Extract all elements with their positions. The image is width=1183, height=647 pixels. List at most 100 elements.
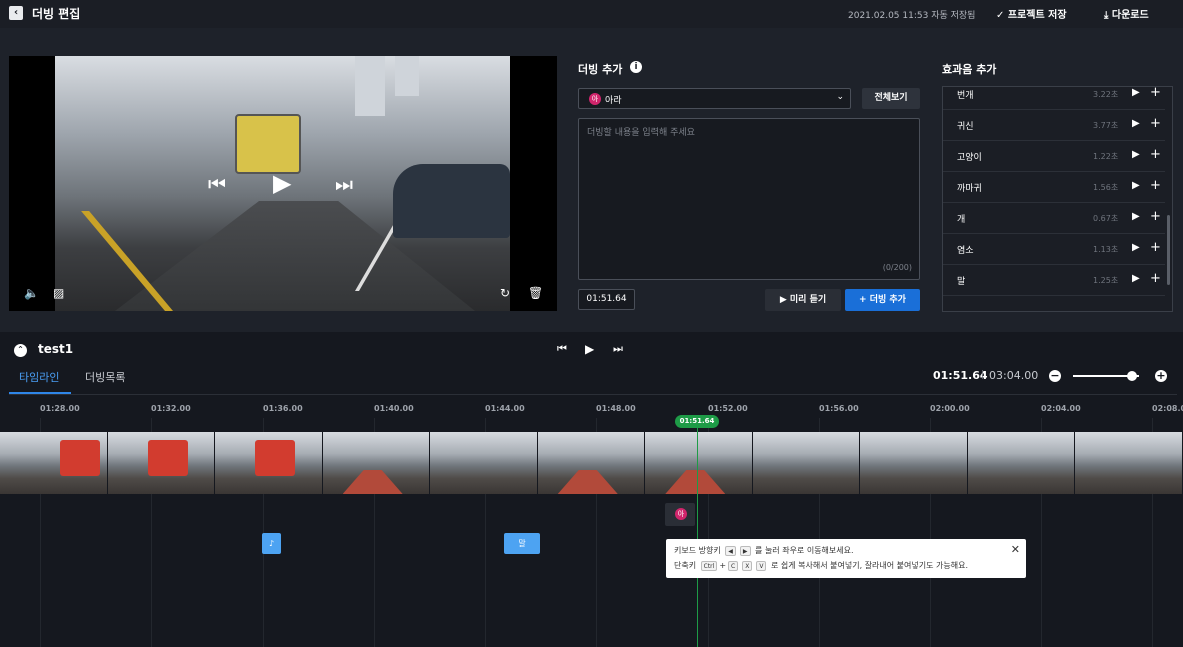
sfx-clip[interactable]: ♪ [262, 533, 281, 554]
play-icon[interactable]: ▶ [1132, 242, 1140, 253]
zoom-slider-thumb[interactable] [1127, 371, 1137, 381]
subtitle-off-icon[interactable]: ▨ [53, 287, 64, 299]
ruler-label: 02:08.0 [1152, 404, 1183, 413]
play-icon[interactable]: ▶ [1132, 273, 1140, 284]
current-time: 01:51.64 [933, 369, 988, 382]
sfx-item[interactable]: 염소 1.13초 ▶ + [943, 234, 1165, 265]
sfx-item[interactable]: 개 0.67초 ▶ + [943, 203, 1165, 234]
download-button[interactable]: ⤓ 다운로드 [1104, 6, 1149, 21]
sfx-item[interactable]: 귀신 3.77초 ▶ + [943, 110, 1165, 141]
collapse-icon[interactable]: ⌃ [14, 344, 27, 357]
plus-icon[interactable]: + [1150, 116, 1161, 131]
video-thumbnail [322, 432, 431, 494]
building [355, 56, 385, 116]
sfx-duration: 1.56초 [1093, 183, 1119, 192]
skip-forward-icon[interactable]: ⏭ [613, 342, 623, 356]
sfx-name: 말 [957, 277, 966, 287]
play-icon[interactable]: ▶ [1132, 118, 1140, 129]
sfx-name: 귀신 [957, 122, 974, 132]
tab-dubbing-list[interactable]: 더빙목록 [85, 369, 125, 385]
back-icon[interactable]: ‹ [9, 6, 23, 20]
c-key: C [728, 560, 739, 571]
plus-icon[interactable]: + [1150, 147, 1161, 162]
dubbing-text-input[interactable]: 더빙할 내용을 입력해 주세요 (0/200) [578, 118, 920, 280]
building [395, 56, 419, 96]
shortcut-tooltip: 키보드 방향키 ◀ ▶ 를 눌러 좌우로 이동해보세요. 단축키 Ctrl + C X V… [666, 539, 1026, 578]
voice-select[interactable]: 아 아라 ⌄ [578, 88, 851, 109]
check-icon: ✓ [996, 10, 1008, 21]
trash-icon[interactable]: 🗑 [528, 287, 543, 299]
play-icon[interactable]: ▶ [273, 171, 291, 195]
road [665, 470, 726, 494]
add-dubbing-label: 더빙 추가 [869, 295, 906, 305]
video-player[interactable]: ⏮ ▶ ⏭ 🔈 ▨ ↻ 🗑 [9, 56, 557, 311]
ruler-label: 01:32.00 [151, 404, 191, 413]
video-thumbnail [967, 432, 1076, 494]
play-icon[interactable]: ▶ [585, 342, 594, 356]
sfx-name: 개 [957, 215, 966, 225]
road [342, 470, 403, 494]
sfx-name: 번개 [957, 91, 974, 101]
autosave-status: 2021.02.05 11:53 자동 저장됨 [848, 11, 976, 21]
zoom-out-icon[interactable]: − [1049, 370, 1061, 382]
sfx-item[interactable]: 말 1.25초 ▶ + [943, 265, 1165, 296]
play-icon[interactable]: ▶ [1132, 211, 1140, 222]
add-dubbing-button[interactable]: + 더빙 추가 [845, 289, 920, 311]
scrollbar[interactable] [1167, 215, 1170, 285]
close-icon[interactable]: ✕ [1011, 543, 1020, 556]
skip-back-icon[interactable]: ⏮ [208, 174, 226, 194]
video-thumbnail [107, 432, 216, 494]
save-project-button[interactable]: ✓ 프로젝트 저장 [996, 6, 1067, 21]
video-thumbnail [645, 432, 753, 494]
plus-icon[interactable]: + [1150, 271, 1161, 286]
voice-avatar: 아 [589, 93, 601, 105]
info-icon[interactable]: i [630, 61, 642, 73]
ruler-label: 01:52.00 [708, 404, 748, 413]
sfx-duration: 3.22초 [1093, 90, 1119, 99]
volume-icon[interactable]: 🔈 [24, 287, 39, 299]
tooltip-text: 로 쉽게 복사해서 붙여넣기, 잘라내어 붙여넣기도 가능해요. [771, 561, 968, 570]
preview-button[interactable]: ▶ 미리 듣기 [765, 289, 841, 311]
plus-icon[interactable]: + [1150, 178, 1161, 193]
tooltip-line: 키보드 방향키 ◀ ▶ 를 눌러 좌우로 이동해보세요. [674, 545, 854, 556]
video-filmstrip[interactable] [0, 432, 1183, 494]
playhead[interactable] [697, 428, 698, 647]
time-input[interactable]: 01:51.64 [578, 289, 635, 310]
plus-icon[interactable]: + [1150, 87, 1161, 100]
tooltip-line: 단축키 Ctrl + C X V 로 쉽게 복사해서 붙여넣기, 잘라내어 붙여넣기도 … [674, 560, 968, 571]
x-key: X [742, 560, 753, 571]
sfx-duration: 1.22초 [1093, 152, 1119, 161]
playhead-time[interactable]: 01:51.64 [675, 415, 719, 428]
sfx-item[interactable]: 고양이 1.22초 ▶ + [943, 141, 1165, 172]
chevron-down-icon: ⌄ [836, 92, 844, 102]
refresh-icon[interactable]: ↻ [500, 287, 510, 299]
tab-timeline[interactable]: 타임라인 [19, 369, 59, 385]
ruler-label: 01:48.00 [596, 404, 636, 413]
voice-avatar: 아 [675, 508, 687, 520]
tooltip-text: 키보드 방향키 [674, 546, 721, 555]
view-all-button[interactable]: 전체보기 [862, 88, 920, 109]
sfx-item[interactable]: 까마귀 1.56초 ▶ + [943, 172, 1165, 203]
skip-forward-icon[interactable]: ⏭ [335, 174, 353, 194]
bus [255, 440, 296, 476]
play-icon[interactable]: ▶ [1132, 149, 1140, 160]
ruler-label: 02:00.00 [930, 404, 970, 413]
divider [9, 394, 1177, 395]
play-icon[interactable]: ▶ [1132, 87, 1140, 98]
sfx-item[interactable]: 번개 3.22초 ▶ + [943, 87, 1165, 110]
preview-label: 미리 듣기 [789, 295, 827, 305]
play-icon[interactable]: ▶ [1132, 180, 1140, 191]
video-thumbnail [0, 432, 108, 494]
sfx-duration: 1.25초 [1093, 276, 1119, 285]
plus-icon[interactable]: + [1150, 240, 1161, 255]
sfx-list[interactable]: 번개 3.22초 ▶ + 귀신 3.77초 ▶ + 고양이 1.22초 ▶ + … [942, 86, 1173, 312]
skip-back-icon[interactable]: ⏮ [557, 342, 567, 356]
sfx-duration: 3.77초 [1093, 121, 1119, 130]
right-key: ▶ [739, 545, 751, 556]
sfx-clip[interactable]: 말 [504, 533, 540, 554]
dubbing-marker[interactable]: 아 [665, 503, 695, 526]
project-name: test1 [38, 342, 74, 356]
zoom-in-icon[interactable]: + [1155, 370, 1167, 382]
sfx-name: 염소 [957, 246, 974, 256]
plus-icon[interactable]: + [1150, 209, 1161, 224]
